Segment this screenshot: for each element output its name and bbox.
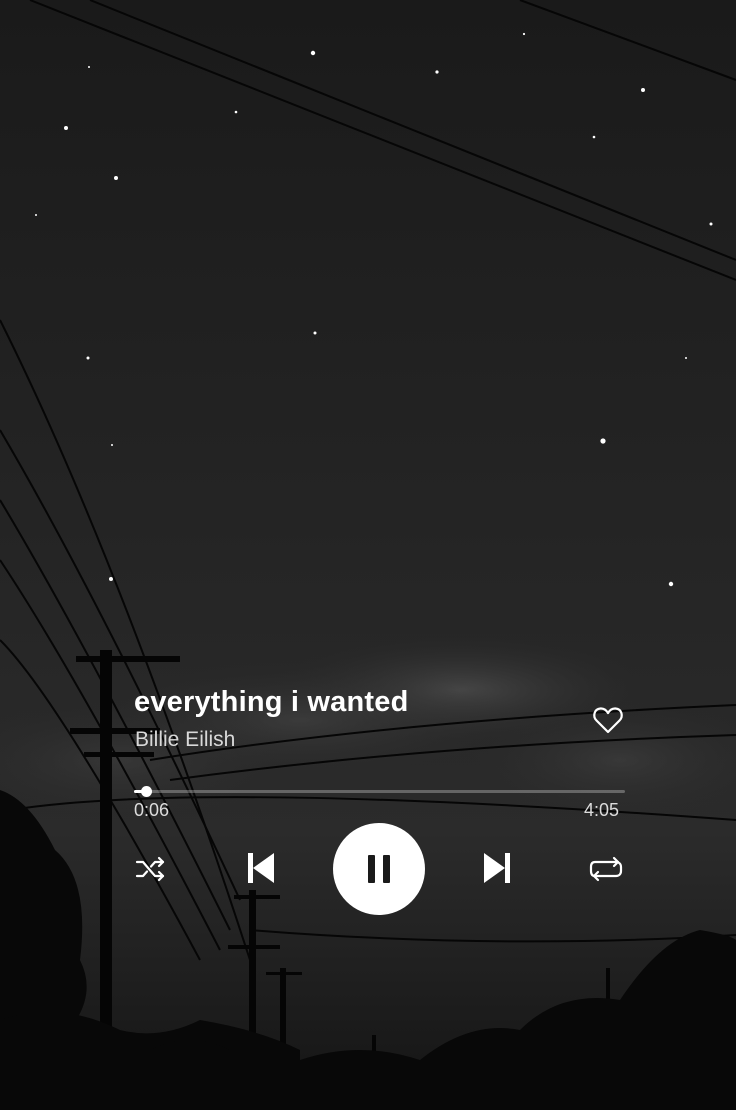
progress-track xyxy=(134,790,625,793)
artist-name[interactable]: Billie Eilish xyxy=(135,728,235,752)
pause-button[interactable] xyxy=(333,823,425,915)
progress-slider[interactable] xyxy=(134,784,625,800)
elapsed-time: 0:06 xyxy=(134,800,170,820)
skip-next-icon xyxy=(484,853,510,883)
previous-button[interactable] xyxy=(238,845,284,891)
night-sky-background xyxy=(0,0,736,1110)
track-title: everything i wanted xyxy=(134,686,409,718)
skip-previous-icon xyxy=(248,853,274,883)
repeat-icon xyxy=(589,856,623,882)
next-button[interactable] xyxy=(474,845,520,891)
total-time: 4:05 xyxy=(584,800,620,820)
progress-handle[interactable] xyxy=(140,786,152,797)
shuffle-button[interactable] xyxy=(130,848,172,890)
like-button[interactable] xyxy=(590,702,626,738)
heart-outline-icon xyxy=(593,707,623,734)
pause-icon xyxy=(368,855,390,883)
shuffle-icon xyxy=(135,856,165,882)
repeat-button[interactable] xyxy=(584,848,628,890)
